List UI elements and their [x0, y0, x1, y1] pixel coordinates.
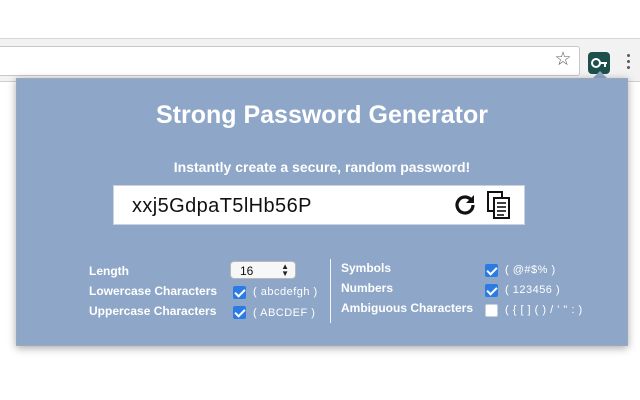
password-generator-popup: Strong Password Generator Instantly crea… [16, 78, 628, 346]
symbols-hint: ( @#$% ) [505, 264, 556, 276]
length-label: Length [89, 264, 129, 278]
popup-subtitle: Instantly create a secure, random passwo… [173, 159, 471, 175]
lowercase-hint: ( abcdefgh ) [253, 286, 318, 298]
numbers-checkbox[interactable] [485, 284, 498, 297]
popup-title: Strong Password Generator [155, 101, 489, 129]
lowercase-label: Lowercase Characters [89, 284, 218, 298]
uppercase-hint: ( ABCDEF ) [253, 307, 316, 319]
copy-icon[interactable] [486, 190, 512, 220]
ambiguous-hint: ( { [ ] ( ) / ' " : ) [505, 304, 583, 316]
star-icon[interactable]: ☆ [553, 50, 573, 70]
ambiguous-checkbox[interactable] [485, 304, 498, 317]
uppercase-checkbox[interactable] [233, 306, 246, 319]
refresh-icon[interactable] [452, 192, 478, 218]
length-select[interactable]: 16 ▲ ▼ [230, 261, 296, 279]
numbers-label: Numbers [341, 281, 394, 295]
select-arrows-icon: ▲ ▼ [281, 262, 289, 278]
password-field[interactable]: xxj5GdpaT5lHb56P [113, 185, 525, 225]
symbols-label: Symbols [341, 261, 392, 275]
column-divider [330, 259, 331, 323]
address-bar[interactable] [0, 46, 580, 76]
uppercase-label: Uppercase Characters [89, 304, 217, 318]
menu-kebab-icon[interactable] [624, 52, 632, 72]
password-value[interactable]: xxj5GdpaT5lHb56P [132, 195, 312, 218]
symbols-checkbox[interactable] [485, 264, 498, 277]
numbers-hint: ( 123456 ) [505, 284, 561, 296]
lowercase-checkbox[interactable] [233, 286, 246, 299]
length-value: 16 [240, 264, 254, 278]
ambiguous-label: Ambiguous Characters [341, 301, 474, 315]
